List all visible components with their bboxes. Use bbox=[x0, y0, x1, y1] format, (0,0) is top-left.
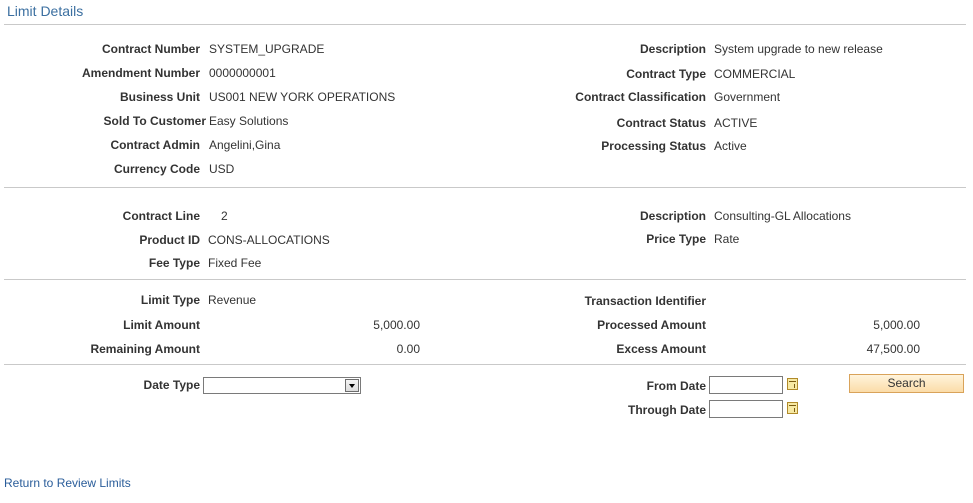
from-date-input[interactable] bbox=[709, 376, 783, 394]
product-id-value: CONS-ALLOCATIONS bbox=[208, 233, 330, 247]
processed-amount-label: Processed Amount bbox=[597, 318, 706, 332]
processing-status-label: Processing Status bbox=[601, 139, 706, 153]
description-label: Description bbox=[639, 42, 706, 56]
processed-amount-value: 5,000.00 bbox=[873, 318, 920, 332]
contract-type-label: Contract Type bbox=[626, 67, 706, 81]
description-value: System upgrade to new release bbox=[714, 42, 883, 56]
contract-admin-label: Contract Admin bbox=[110, 138, 200, 152]
remaining-amount-value: 0.00 bbox=[396, 342, 420, 356]
contract-number-label: Contract Number bbox=[101, 42, 200, 56]
contract-status-value: ACTIVE bbox=[714, 116, 758, 130]
business-unit-value: US001 NEW YORK OPERATIONS bbox=[209, 90, 396, 104]
fee-type-value: Fixed Fee bbox=[208, 256, 262, 270]
remaining-amount-label: Remaining Amount bbox=[90, 342, 200, 356]
contract-classification-value: Government bbox=[714, 90, 781, 104]
date-type-select[interactable] bbox=[203, 377, 361, 394]
contract-number-value: SYSTEM_UPGRADE bbox=[209, 42, 325, 56]
through-date-input[interactable] bbox=[709, 400, 783, 418]
price-type-label: Price Type bbox=[646, 232, 706, 246]
from-date-label: From Date bbox=[646, 379, 706, 393]
currency-code-value: USD bbox=[209, 162, 235, 176]
fee-type-label: Fee Type bbox=[148, 256, 200, 270]
line-description-value: Consulting-GL Allocations bbox=[714, 209, 851, 223]
contract-type-value: COMMERCIAL bbox=[714, 67, 796, 81]
chevron-down-icon[interactable] bbox=[345, 379, 359, 392]
contract-line-value: 2 bbox=[221, 209, 228, 223]
limit-amount-label: Limit Amount bbox=[123, 318, 200, 332]
limit-type-value: Revenue bbox=[208, 293, 257, 307]
contract-status-label: Contract Status bbox=[616, 116, 706, 130]
divider bbox=[4, 187, 966, 188]
divider bbox=[4, 279, 966, 280]
product-id-label: Product ID bbox=[139, 233, 200, 247]
contract-line-label: Contract Line bbox=[122, 209, 200, 223]
calendar-icon[interactable] bbox=[787, 402, 798, 414]
contract-classification-label: Contract Classification bbox=[575, 90, 706, 104]
divider bbox=[4, 364, 966, 365]
price-type-value: Rate bbox=[714, 232, 740, 246]
return-to-review-limits-link[interactable]: Return to Review Limits bbox=[4, 476, 131, 490]
business-unit-label: Business Unit bbox=[119, 90, 200, 104]
calendar-icon[interactable] bbox=[787, 378, 798, 390]
divider bbox=[4, 24, 966, 25]
limit-amount-value: 5,000.00 bbox=[373, 318, 420, 332]
date-type-label: Date Type bbox=[143, 378, 200, 392]
excess-amount-label: Excess Amount bbox=[616, 342, 706, 356]
sold-to-customer-value: Easy Solutions bbox=[209, 114, 289, 128]
through-date-label: Through Date bbox=[628, 403, 706, 417]
excess-amount-value: 47,500.00 bbox=[866, 342, 920, 356]
limit-type-label: Limit Type bbox=[140, 293, 200, 307]
contract-admin-value: Angelini,Gina bbox=[209, 138, 281, 152]
transaction-identifier-label: Transaction Identifier bbox=[584, 294, 706, 308]
amendment-number-value: 0000000001 bbox=[209, 66, 276, 80]
line-description-label: Description bbox=[639, 209, 706, 223]
currency-code-label: Currency Code bbox=[113, 162, 200, 176]
amendment-number-label: Amendment Number bbox=[81, 66, 200, 80]
search-button[interactable]: Search bbox=[849, 374, 964, 393]
processing-status-value: Active bbox=[714, 139, 747, 153]
sold-to-customer-label: Sold To Customer bbox=[103, 114, 206, 128]
page-title: Limit Details bbox=[7, 3, 84, 19]
